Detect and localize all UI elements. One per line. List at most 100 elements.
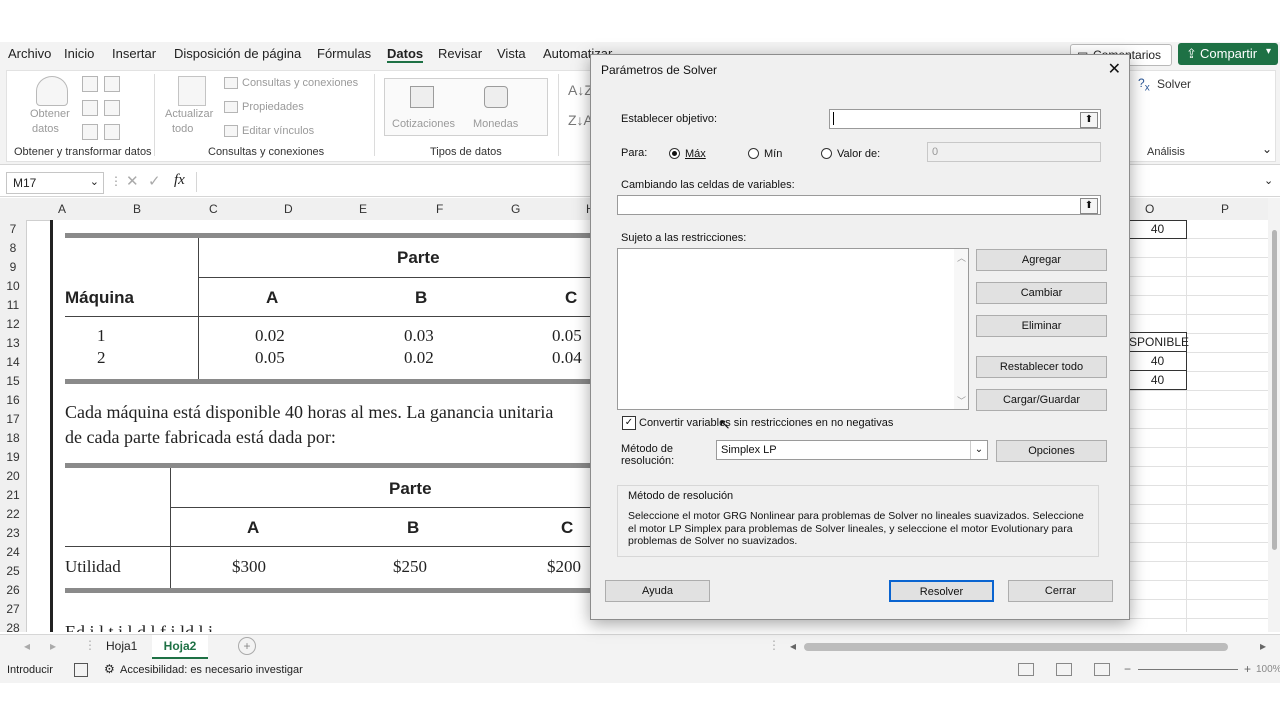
row-header[interactable]: 25 (0, 564, 26, 578)
row-header[interactable]: 13 (0, 336, 26, 350)
row-header[interactable]: 28 (0, 621, 26, 635)
radio-value-of-label[interactable]: Valor de: (837, 148, 880, 160)
column-header-o[interactable]: O (1145, 202, 1154, 216)
edit-links-button[interactable]: Editar vínculos (242, 125, 314, 137)
properties-button[interactable]: Propiedades (242, 101, 304, 113)
value-of-input[interactable]: 0 (927, 142, 1101, 162)
row-header[interactable]: 15 (0, 374, 26, 388)
radio-max[interactable] (669, 148, 680, 159)
row-header[interactable]: 12 (0, 317, 26, 331)
constraints-scrollbar[interactable]: ︿ ﹀ (954, 249, 968, 409)
nonneg-label[interactable]: Convertir variables sin restricciones en… (639, 417, 893, 429)
row-header[interactable]: 9 (0, 260, 26, 274)
share-button[interactable]: ⇪ Compartir ▾ (1178, 43, 1278, 65)
normal-view-icon[interactable] (1018, 663, 1034, 676)
scroll-left-icon[interactable]: ◂ (790, 639, 796, 653)
cancel-icon[interactable]: ✕ (126, 172, 139, 190)
row-header[interactable]: 22 (0, 507, 26, 521)
row-header[interactable]: 10 (0, 279, 26, 293)
solver-button[interactable]: Solver (1157, 77, 1191, 91)
zoom-out-icon[interactable]: − (1124, 662, 1131, 676)
reset-all-button[interactable]: Restablecer todo (976, 356, 1107, 378)
recent-sources-icon[interactable] (104, 100, 120, 116)
changing-cells-input[interactable]: ⬆ (617, 195, 1101, 215)
next-sheet-icon[interactable]: ▸ (50, 639, 56, 653)
sheet-tab-hoja1[interactable]: Hoja1 (106, 639, 137, 653)
row-header[interactable]: 7 (0, 222, 26, 236)
from-web-icon[interactable] (104, 76, 120, 92)
menu-revisar[interactable]: Revisar (438, 46, 482, 61)
column-header-c[interactable]: C (209, 202, 218, 216)
row-header[interactable]: 26 (0, 583, 26, 597)
row-header[interactable]: 24 (0, 545, 26, 559)
row-header[interactable]: 23 (0, 526, 26, 540)
column-header-f[interactable]: F (436, 202, 443, 216)
row-header[interactable]: 19 (0, 450, 26, 464)
get-data-label[interactable]: Obtener (30, 108, 70, 120)
row-header[interactable]: 11 (0, 298, 26, 312)
scroll-right-icon[interactable]: ▸ (1260, 639, 1266, 653)
zoom-slider[interactable] (1138, 669, 1238, 670)
from-range-icon[interactable] (82, 124, 98, 140)
delete-button[interactable]: Eliminar (976, 315, 1107, 337)
row-header[interactable]: 17 (0, 412, 26, 426)
grid-area-right[interactable] (1128, 220, 1268, 632)
insert-function-button[interactable]: fx (174, 172, 185, 189)
chevron-down-icon[interactable]: ⌄ (970, 441, 987, 459)
page-layout-icon[interactable] (1056, 663, 1072, 676)
menu-disposicion[interactable]: Disposición de página (174, 46, 301, 61)
row-header[interactable]: 27 (0, 602, 26, 616)
expand-formula-icon[interactable]: ⌄ (1264, 174, 1273, 187)
stocks-button[interactable]: Cotizaciones (392, 118, 455, 130)
sheet-tab-hoja2[interactable]: Hoja2 (152, 635, 208, 659)
help-button[interactable]: Ayuda (605, 580, 710, 602)
column-header-a[interactable]: A (58, 202, 66, 216)
collapse-dialog-icon[interactable]: ⬆ (1080, 198, 1098, 214)
collapse-dialog-icon[interactable]: ⬆ (1080, 112, 1098, 128)
method-select[interactable]: Simplex LP ⌄ (716, 440, 988, 460)
column-header-d[interactable]: D (284, 202, 293, 216)
menu-inicio[interactable]: Inicio (64, 46, 94, 61)
chevron-up-icon[interactable]: ︿ (957, 251, 966, 264)
cell-o14[interactable]: 40 (1128, 351, 1187, 371)
cell-o15[interactable]: 40 (1128, 370, 1187, 390)
pasted-image[interactable]: Parte Máquina A B C 1 0.02 0.03 0.05 2 0… (50, 220, 593, 632)
column-header-b[interactable]: B (133, 202, 141, 216)
menu-insertar[interactable]: Insertar (112, 46, 156, 61)
enter-icon[interactable]: ✓ (148, 172, 161, 190)
menu-vista[interactable]: Vista (497, 46, 526, 61)
refresh-label2[interactable]: todo (172, 123, 193, 135)
menu-formulas[interactable]: Fórmulas (317, 46, 371, 61)
radio-min[interactable] (748, 148, 759, 159)
database-icon[interactable] (36, 76, 68, 106)
existing-connections-icon[interactable] (104, 124, 120, 140)
close-icon[interactable]: ✕ (1108, 59, 1121, 79)
row-header[interactable]: 16 (0, 393, 26, 407)
from-text-icon[interactable] (82, 76, 98, 92)
load-save-button[interactable]: Cargar/Guardar (976, 389, 1107, 411)
constraints-list[interactable]: ︿ ﹀ (617, 248, 969, 410)
vertical-scroll-thumb[interactable] (1272, 230, 1277, 550)
cell-o7[interactable]: 40 (1128, 220, 1187, 239)
horizontal-scroll-thumb[interactable] (804, 643, 1228, 651)
column-header-g[interactable]: G (511, 202, 520, 216)
menu-datos[interactable]: Datos (387, 46, 424, 63)
queries-connections-button[interactable]: Consultas y conexiones (242, 77, 358, 89)
objective-input[interactable]: ⬆ (829, 109, 1101, 129)
solve-button[interactable]: Resolver (889, 580, 994, 602)
nonneg-checkbox[interactable]: ✓ (622, 416, 636, 430)
currencies-button[interactable]: Monedas (473, 118, 518, 130)
cell-o13[interactable]: SPONIBLE (1128, 332, 1189, 352)
prev-sheet-icon[interactable]: ◂ (24, 639, 30, 653)
change-button[interactable]: Cambiar (976, 282, 1107, 304)
close-button[interactable]: Cerrar (1008, 580, 1113, 602)
add-button[interactable]: Agregar (976, 249, 1107, 271)
row-header[interactable]: 20 (0, 469, 26, 483)
zoom-in-icon[interactable]: + (1244, 662, 1251, 676)
chevron-down-icon[interactable]: ▾ (1266, 46, 1271, 57)
collapse-ribbon-icon[interactable]: ⌄ (1262, 142, 1272, 156)
macro-record-icon[interactable] (74, 663, 88, 677)
row-header[interactable]: 18 (0, 431, 26, 445)
refresh-icon[interactable] (178, 76, 206, 106)
from-table-icon[interactable] (82, 100, 98, 116)
